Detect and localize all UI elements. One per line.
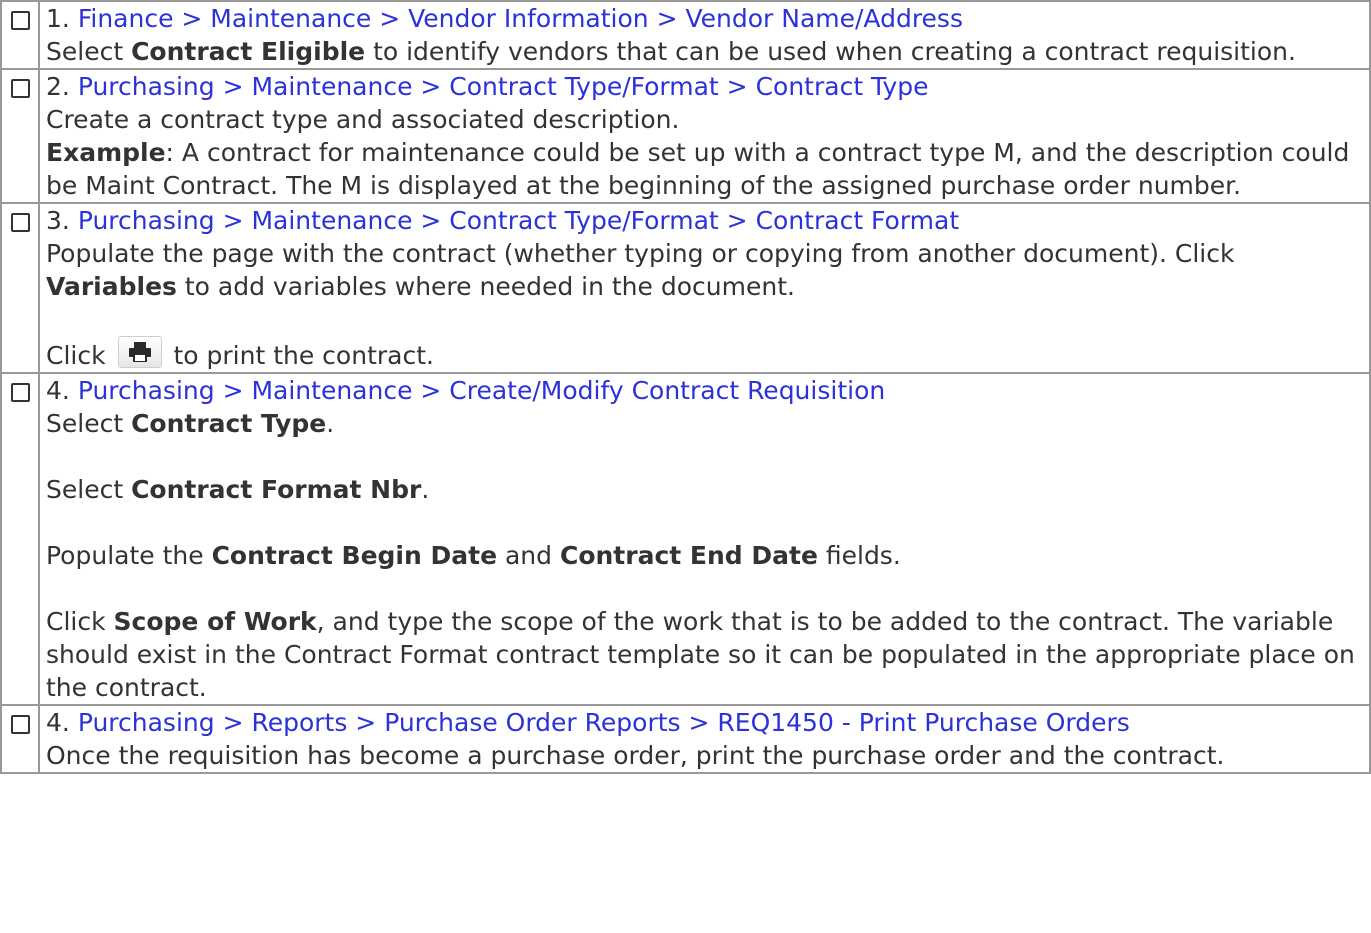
step-content-1: 1. Finance > Maintenance > Vendor Inform… [38,0,1371,70]
checklist-row-4: 4. Purchasing > Maintenance > Create/Mod… [0,372,1371,706]
checkbox-5[interactable] [10,715,30,734]
checkbox-cell [0,0,40,70]
step-text: . [421,475,430,504]
step-text: Click [46,341,114,370]
example-text: : A contract for maintenance could be se… [46,138,1350,200]
contract-format-nbr-label: Contract Format Nbr [131,475,422,504]
step-1-path-link[interactable]: Finance > Maintenance > Vendor Informati… [78,4,963,33]
step-text: Populate the page with the contract (whe… [46,239,1235,268]
step-number: 2. [46,72,70,101]
contract-type-label: Contract Type [131,409,327,438]
checkbox-cell [0,202,40,374]
checkbox-3[interactable] [10,213,30,232]
step-content-4: 4. Purchasing > Maintenance > Create/Mod… [38,372,1371,706]
step-text: fields. [817,541,901,570]
step-text: to print the contract. [165,341,434,370]
checklist-row-5: 4. Purchasing > Reports > Purchase Order… [0,704,1371,774]
checkbox-cell [0,68,40,204]
step-text: Create a contract type and associated de… [46,105,680,134]
checkbox-4[interactable] [10,383,30,402]
step-content-3: 3. Purchasing > Maintenance > Contract T… [38,202,1371,374]
step-text: to add variables where needed in the doc… [176,272,795,301]
step-content-2: 2. Purchasing > Maintenance > Contract T… [38,68,1371,204]
checklist-row-3: 3. Purchasing > Maintenance > Contract T… [0,202,1371,374]
step-text: and [497,541,560,570]
checklist-table: 1. Finance > Maintenance > Vendor Inform… [0,0,1371,774]
scope-of-work-label: Scope of Work [113,607,317,636]
checkbox-1[interactable] [10,11,30,30]
step-text: Once the requisition has become a purcha… [46,741,1225,770]
checkbox-cell [0,372,40,706]
contract-eligible-label: Contract Eligible [131,37,366,66]
example-label: Example [46,138,166,167]
step-4-path-link[interactable]: Purchasing > Maintenance > Create/Modify… [78,376,885,405]
step-text: Click [46,607,114,636]
step-text: to identify vendors that can be used whe… [365,37,1296,66]
contract-begin-date-label: Contract Begin Date [211,541,498,570]
variables-label: Variables [46,272,177,301]
step-text: Select [46,409,132,438]
checkbox-2[interactable] [10,79,30,98]
step-number: 3. [46,206,70,235]
contract-end-date-label: Contract End Date [559,541,818,570]
step-text: Select [46,37,132,66]
step-text: . [326,409,335,438]
checkbox-cell [0,704,40,774]
step-number: 4. [46,376,70,405]
step-text: Select [46,475,132,504]
step-number: 4. [46,708,70,737]
step-text: Populate the [46,541,212,570]
printer-icon[interactable] [117,336,162,368]
checklist-row-2: 2. Purchasing > Maintenance > Contract T… [0,68,1371,204]
step-5-path-link[interactable]: Purchasing > Reports > Purchase Order Re… [78,708,1130,737]
step-2-path-link[interactable]: Purchasing > Maintenance > Contract Type… [78,72,929,101]
step-number: 1. [46,4,70,33]
checklist-row-1: 1. Finance > Maintenance > Vendor Inform… [0,0,1371,70]
step-3-path-link[interactable]: Purchasing > Maintenance > Contract Type… [78,206,959,235]
step-content-5: 4. Purchasing > Reports > Purchase Order… [38,704,1371,774]
